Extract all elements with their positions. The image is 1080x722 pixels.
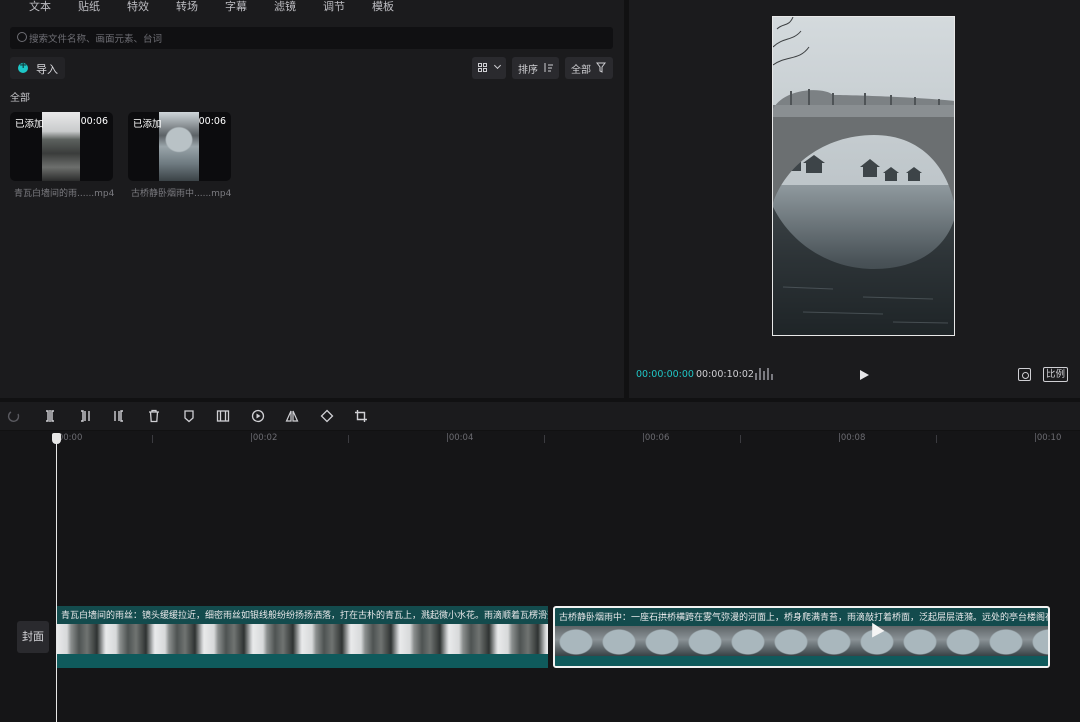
ruler-tick: [544, 435, 545, 443]
undo-icon[interactable]: [7, 409, 21, 423]
trim-right-icon[interactable]: [112, 409, 126, 423]
search-placeholder: 搜索文件名称、画面元素、台词: [29, 34, 163, 45]
sort-label: 排序: [518, 65, 538, 76]
bridge-scene-image: [773, 17, 954, 335]
rotate-icon[interactable]: [320, 409, 334, 423]
import-label: 导入: [36, 63, 58, 76]
play-icon[interactable]: [860, 370, 869, 380]
trim-left-icon[interactable]: [78, 409, 92, 423]
clip-audio-bar: [555, 656, 1048, 666]
added-badge: 已添加: [15, 119, 44, 130]
video-clip[interactable]: 青瓦白墙间的雨丝：镜头缓缓拉近，细密雨丝如银线般纷纷扬扬洒落，打在古朴的青瓦上，…: [57, 606, 548, 668]
ruler-label: |00:08: [838, 433, 866, 443]
search-input[interactable]: 搜索文件名称、画面元素、台词: [10, 27, 613, 49]
plus-circle-icon: [18, 60, 28, 73]
chevron-down-icon: [493, 61, 502, 70]
total-duration: 00:00:10:02: [696, 369, 754, 380]
filter-icon: [596, 62, 606, 73]
media-item[interactable]: 已添加 00:06: [10, 112, 113, 181]
ruler-tick: [348, 435, 349, 443]
clip-caption: 青瓦白墙间的雨丝：镜头缓缓拉近，细密雨丝如银线般纷纷扬扬洒落，打在古朴的青瓦上，…: [61, 611, 548, 621]
ruler-label: |00:02: [250, 433, 278, 443]
timeline-panel: |00:00 |00:02 |00:04 |00:06 |00:08 |00:1…: [0, 431, 1080, 722]
edit-toolbar: [0, 402, 1080, 430]
current-time: 00:00:00:00: [636, 369, 694, 380]
import-button[interactable]: 导入: [10, 57, 65, 79]
file-name: 青瓦白墙间的雨......mp4: [14, 189, 115, 199]
thumbnail-image: [159, 112, 199, 181]
sort-button[interactable]: 排序: [512, 57, 559, 79]
marker-icon[interactable]: [182, 409, 196, 423]
playhead[interactable]: [56, 436, 57, 722]
video-editor-window: 文本 贴纸 特效 转场 字幕 滤镜 调节 模板 搜索文件名称、画面元素、台词 导…: [0, 0, 1080, 722]
delete-icon[interactable]: [147, 409, 161, 423]
waveform-icon[interactable]: [755, 368, 773, 380]
clip-audio-bar: [57, 654, 548, 668]
search-icon: [17, 32, 27, 42]
video-clip-selected[interactable]: 古桥静卧烟雨中：一座石拱桥横跨在雾气弥漫的河面上，桥身爬满青苔，雨滴敲打着桥面，…: [553, 606, 1050, 668]
grid-view-icon: [478, 63, 488, 73]
added-badge: 已添加: [133, 119, 162, 130]
ratio-button[interactable]: 比例: [1043, 367, 1068, 382]
filter-label: 全部: [571, 65, 591, 76]
category-tabs: 文本 贴纸 特效 转场 字幕 滤镜 调节 模板: [0, 0, 624, 13]
cover-button[interactable]: 封面: [17, 621, 49, 653]
filter-button[interactable]: 全部: [565, 57, 613, 79]
ruler-tick: [740, 435, 741, 443]
ruler-label: |00:06: [642, 433, 670, 443]
preview-frame[interactable]: [772, 16, 955, 336]
ruler-tick: [936, 435, 937, 443]
split-icon[interactable]: [43, 409, 57, 423]
media-panel: 搜索文件名称、画面元素、台词 导入 排序 全部: [0, 12, 624, 398]
reverse-icon[interactable]: [251, 409, 265, 423]
ruler-tick: [152, 435, 153, 443]
thumbnail-image: [42, 112, 80, 181]
mirror-icon[interactable]: [285, 409, 299, 423]
file-name: 古桥静卧烟雨中......mp4: [131, 189, 232, 199]
section-label: 全部: [10, 93, 30, 104]
view-mode-button[interactable]: [472, 57, 506, 79]
fullscreen-icon[interactable]: [1018, 368, 1031, 381]
duration-label: 00:06: [198, 116, 226, 127]
clip-filmstrip: [57, 624, 548, 654]
clip-caption: 古桥静卧烟雨中：一座石拱桥横跨在雾气弥漫的河面上，桥身爬满青苔，雨滴敲打着桥面，…: [559, 613, 1050, 623]
clip-filmstrip: [555, 626, 1048, 656]
ruler-label: |00:04: [446, 433, 474, 443]
duration-label: 00:06: [80, 116, 108, 127]
time-ruler[interactable]: |00:00 |00:02 |00:04 |00:06 |00:08 |00:1…: [0, 431, 1080, 447]
sort-icon: [544, 63, 553, 72]
crop-icon[interactable]: [354, 409, 368, 423]
media-item[interactable]: 已添加 00:06: [128, 112, 231, 181]
player-panel: 00:00:00:00 00:00:10:02 比例: [629, 0, 1080, 398]
freeze-frame-icon[interactable]: [216, 409, 230, 423]
ruler-label: |00:10: [1034, 433, 1062, 443]
